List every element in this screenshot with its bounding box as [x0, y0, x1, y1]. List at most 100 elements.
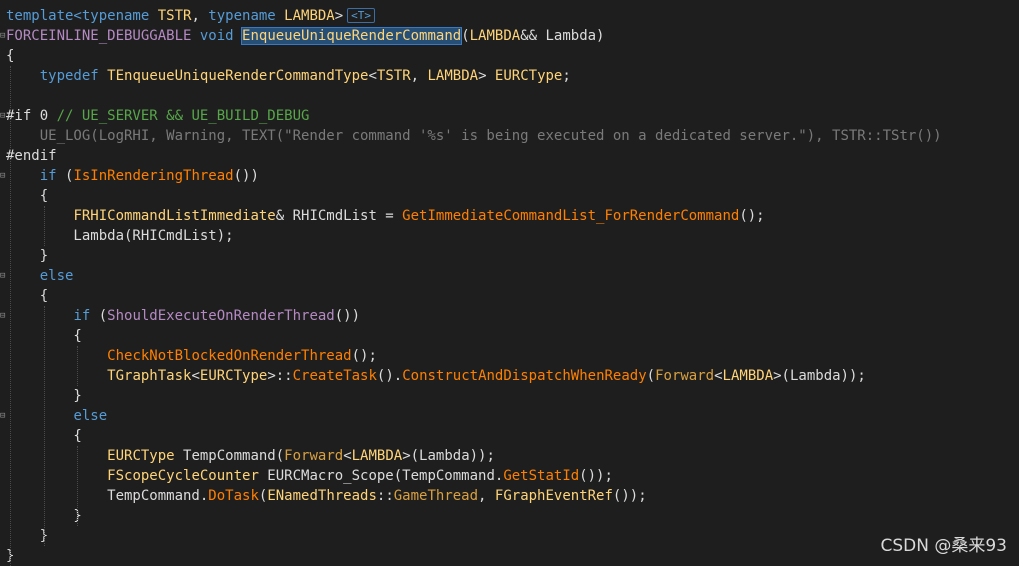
selected-identifier: EnqueueUniqueRenderCommand	[241, 27, 463, 45]
code-token: }	[6, 528, 49, 544]
code-token: ().	[376, 368, 403, 384]
code-token: ShouldExecuteOnRenderThread	[107, 308, 335, 324]
code-token: ())	[334, 308, 361, 324]
fold-toggle-icon[interactable]: ⊟	[0, 306, 7, 326]
fold-toggle-icon[interactable]: ⊟	[0, 26, 7, 46]
code-token: FORCEINLINE_DEBUGGABLE	[6, 28, 192, 44]
code-token: LAMBDA	[284, 8, 335, 24]
code-token: ,	[478, 488, 495, 504]
code-token: GameThread	[393, 488, 479, 504]
code-token: ,	[191, 8, 209, 24]
code-line[interactable]: TempCommand.DoTask(ENamedThreads::GameTh…	[6, 486, 647, 506]
code-token: Forward	[655, 368, 715, 384]
code-token: <	[191, 368, 200, 384]
code-token: #if 0	[6, 108, 57, 124]
code-token: void	[199, 28, 234, 44]
code-line[interactable]: typedef TEnqueueUniqueRenderCommandType<…	[6, 66, 571, 86]
indent-guide	[77, 346, 79, 386]
code-token: EURCMacro_Scope(TempCommand.	[258, 468, 504, 484]
code-token: #endif	[6, 148, 57, 164]
code-token: >::	[267, 368, 293, 384]
code-token: else	[73, 408, 108, 424]
code-token: ::	[376, 488, 394, 504]
code-line[interactable]: CheckNotBlockedOnRenderThread();	[6, 346, 377, 366]
code-token: ();	[739, 208, 765, 224]
code-token: <	[343, 448, 352, 464]
code-line[interactable]: if (IsInRenderingThread())	[6, 166, 259, 186]
code-token: TSTR	[157, 8, 192, 24]
code-token: if	[39, 168, 57, 184]
code-line[interactable]: #if 0 // UE_SERVER && UE_BUILD_DEBUG	[6, 106, 309, 126]
code-token: // UE_SERVER && UE_BUILD_DEBUG	[56, 108, 310, 124]
code-token: TempCommand.	[6, 488, 209, 504]
code-token: TSTR	[376, 68, 411, 84]
code-token: Forward	[284, 448, 344, 464]
code-token: {	[6, 288, 49, 304]
code-line[interactable]: {	[6, 46, 14, 66]
code-token: EURCType	[107, 448, 175, 464]
code-token: {	[6, 48, 15, 64]
code-token: template<typename	[6, 8, 158, 24]
code-line[interactable]: template<typename TSTR, typename LAMBDA>…	[6, 6, 376, 26]
code-token: LAMBDA	[351, 448, 403, 464]
code-line[interactable]: FORCEINLINE_DEBUGGABLE void EnqueueUniqu…	[6, 26, 605, 46]
code-token: TEnqueueUniqueRenderCommandType	[107, 68, 369, 84]
code-line[interactable]: EURCType TempCommand(Forward<LAMBDA>(Lam…	[6, 446, 495, 466]
code-line[interactable]: TGraphTask<EURCType>::CreateTask().Const…	[6, 366, 866, 386]
watermark: CSDN @桑来93	[880, 536, 1007, 556]
fold-toggle-icon[interactable]: ⊟	[0, 266, 7, 286]
code-token: GetImmediateCommandList_ForRenderCommand	[402, 208, 740, 224]
code-token: && Lambda)	[520, 28, 605, 44]
code-token: (	[90, 308, 108, 324]
code-token: <	[368, 68, 377, 84]
code-line[interactable]: UE_LOG(LogRHI, Warning, TEXT("Render com…	[6, 126, 942, 146]
code-line[interactable]: Lambda(RHICmdList);	[6, 226, 234, 246]
code-token: >(Lambda));	[402, 448, 495, 464]
code-line[interactable]: }	[6, 246, 48, 266]
code-token: >	[478, 68, 495, 84]
code-token: >(Lambda));	[773, 368, 866, 384]
code-line[interactable]: if (ShouldExecuteOnRenderThread())	[6, 306, 360, 326]
code-line[interactable]: FScopeCycleCounter EURCMacro_Scope(TempC…	[6, 466, 613, 486]
fold-toggle-icon[interactable]: ⊟	[0, 166, 7, 186]
code-line[interactable]: else	[6, 266, 74, 286]
code-token: DoTask	[208, 488, 259, 504]
code-editor[interactable]: template<typename TSTR, typename LAMBDA>…	[0, 0, 1019, 566]
code-line[interactable]: FRHICommandListImmediate& RHICmdList = G…	[6, 206, 765, 226]
code-token: ;	[562, 68, 571, 84]
code-line[interactable]: #endif	[6, 146, 57, 166]
code-token: ());	[612, 488, 647, 504]
code-token: <	[714, 368, 723, 384]
code-token: typedef	[39, 68, 99, 84]
code-line[interactable]: {	[6, 186, 48, 206]
code-token: EURCType	[494, 68, 563, 84]
code-token: FRHICommandListImmediate	[73, 208, 276, 224]
fold-toggle-icon[interactable]: ⊟	[0, 406, 7, 426]
code-token: (	[56, 168, 74, 184]
code-token: if	[73, 308, 91, 324]
template-hint-badge[interactable]: <T>	[347, 8, 376, 23]
code-token: Lambda(RHICmdList);	[6, 228, 234, 244]
code-token: ,	[410, 68, 428, 84]
code-token: (	[646, 368, 656, 384]
code-token: GetStatId	[503, 468, 580, 484]
preprocessor-fold-icon[interactable]: ⊟	[0, 106, 7, 126]
code-line[interactable]: }	[6, 526, 48, 546]
code-token: ())	[233, 168, 259, 184]
code-token: EURCType	[199, 368, 268, 384]
code-token: & RHICmdList =	[275, 208, 403, 224]
indent-guide	[77, 446, 79, 526]
code-token: (	[461, 28, 470, 44]
code-line[interactable]: {	[6, 286, 48, 306]
code-line[interactable]: else	[6, 406, 107, 426]
code-token: TempCommand(	[174, 448, 285, 464]
